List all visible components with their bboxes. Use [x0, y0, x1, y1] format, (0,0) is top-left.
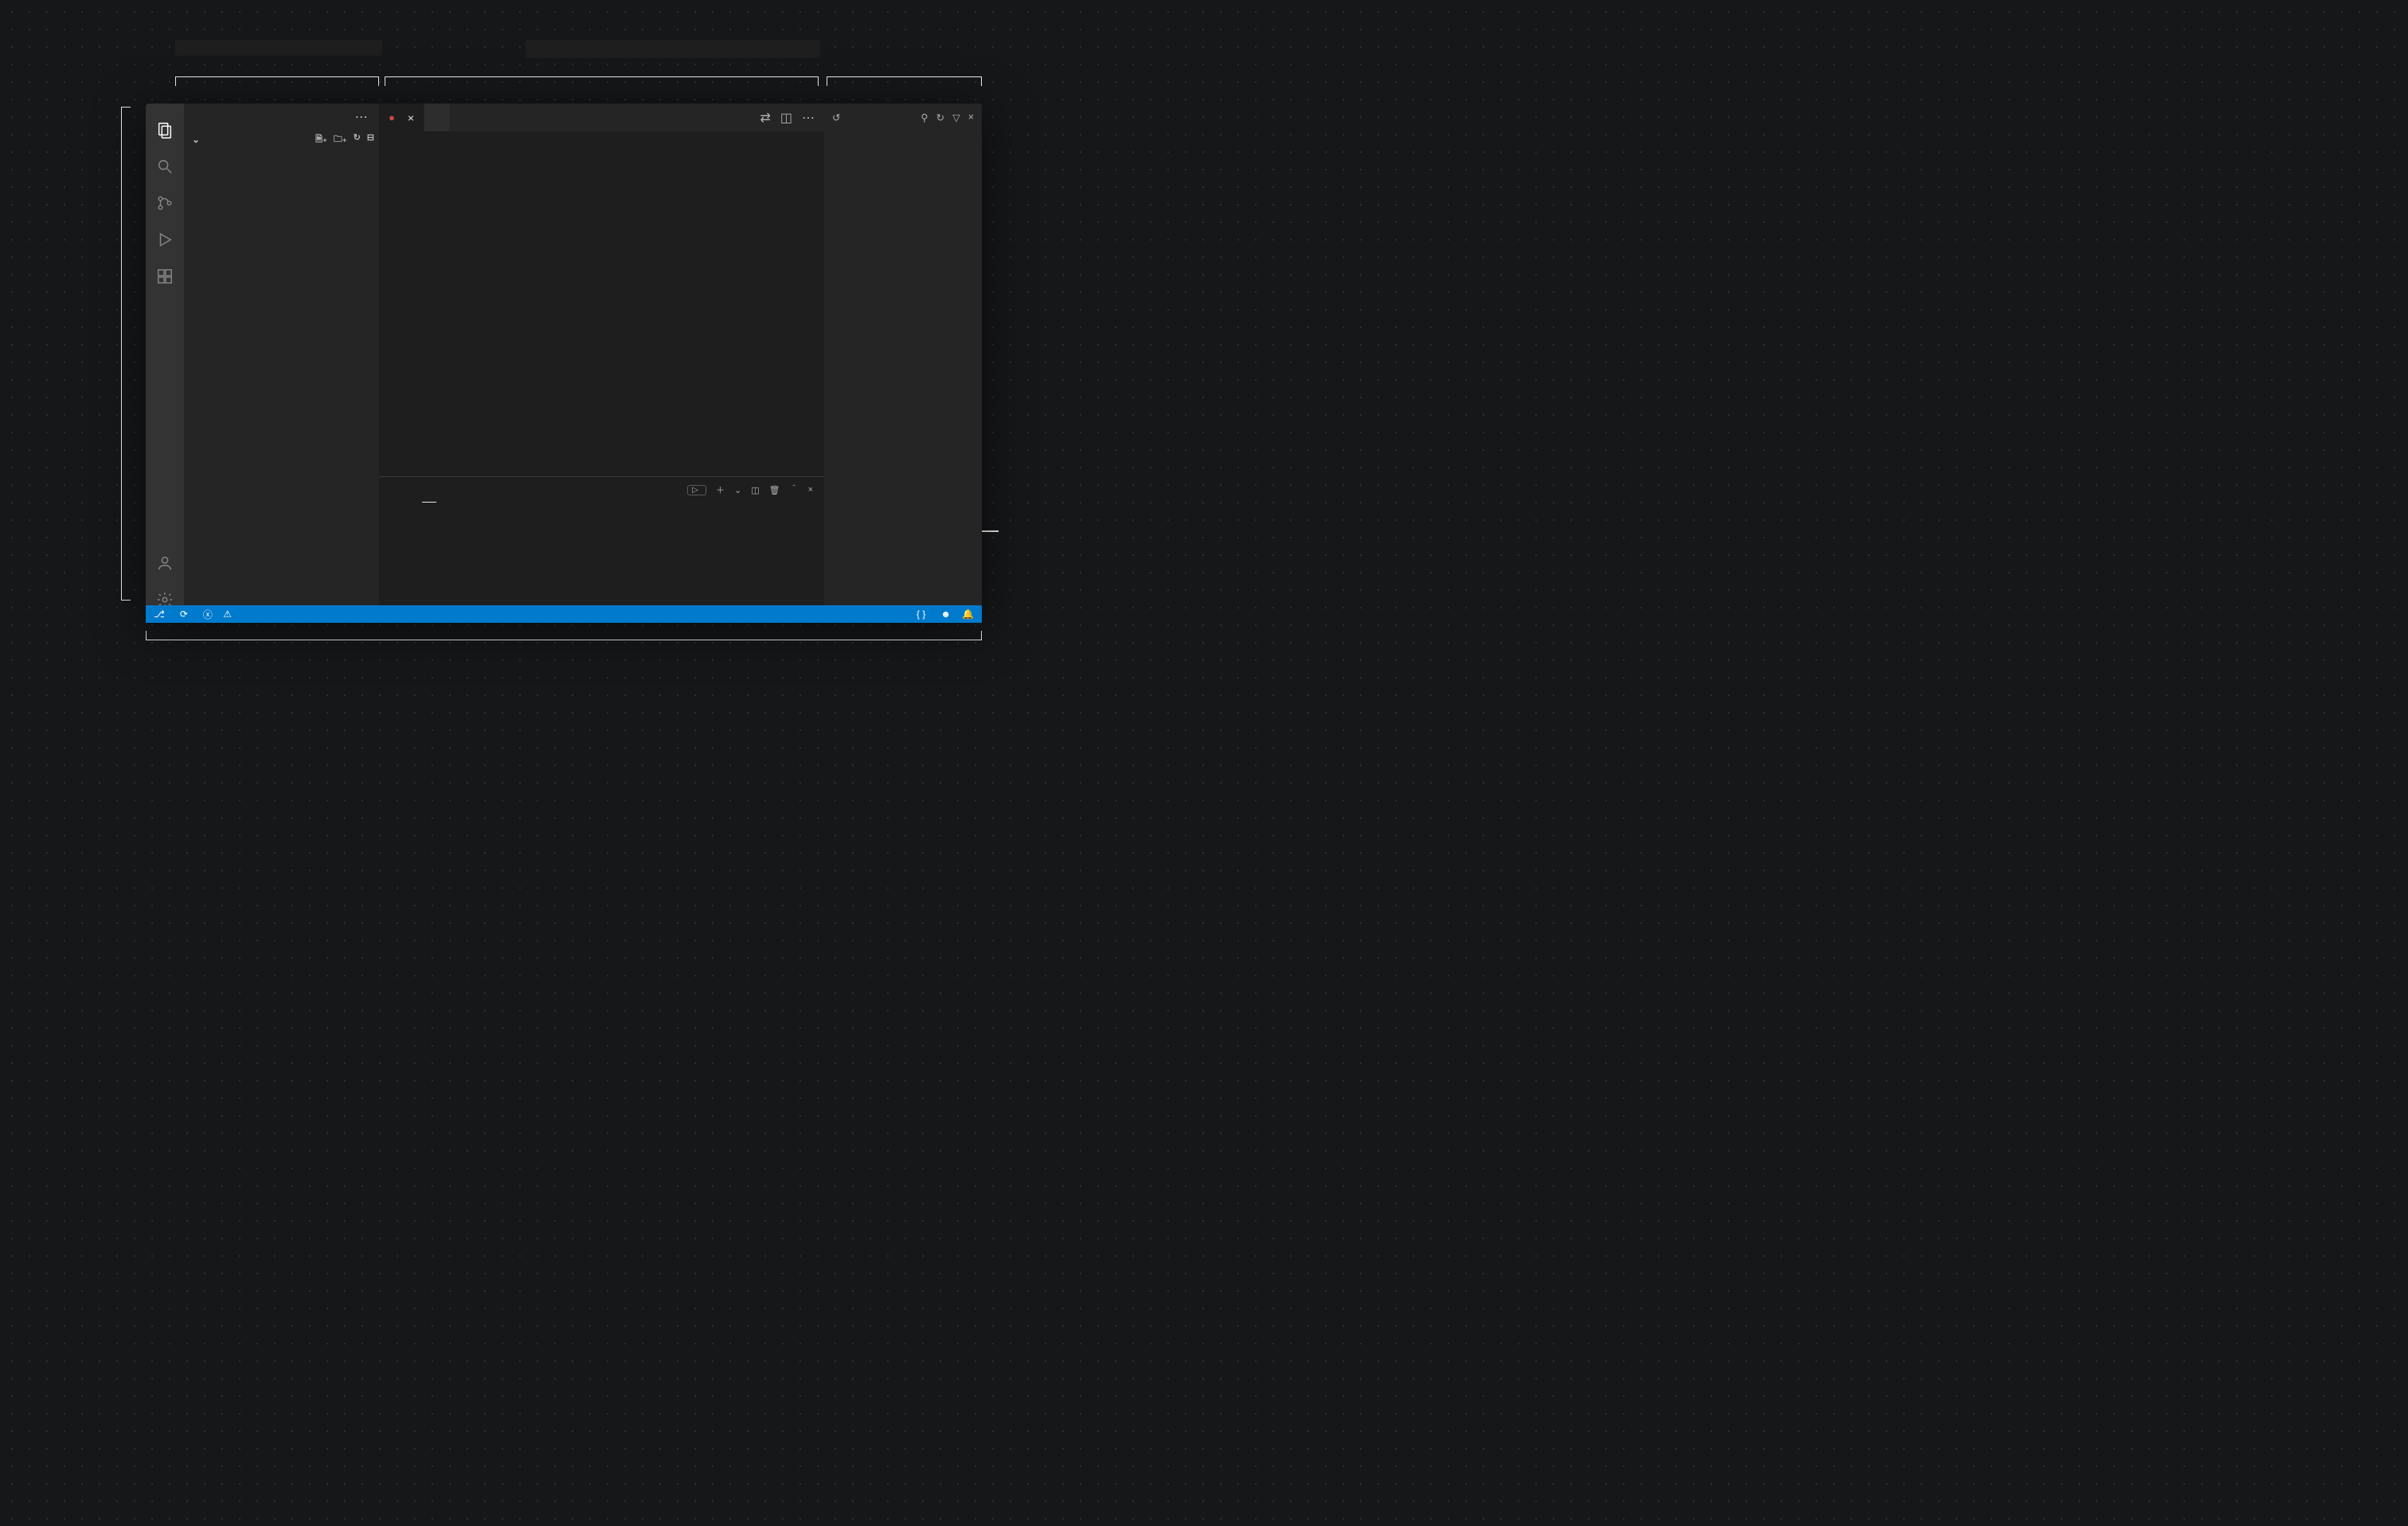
line-gutter	[379, 131, 401, 476]
new-file-icon[interactable]: 🗎₊	[315, 132, 327, 147]
activity-debug-icon[interactable]	[154, 229, 175, 250]
primary-sidebar: ⋯ ⌄ 🗎₊ 🗀₊ ↻ ⊟ ›	[184, 104, 379, 620]
editor-actions: ⇄ ◫ ⋯	[750, 104, 824, 131]
split-icon[interactable]: ◫	[780, 110, 792, 126]
bracket-secondary	[827, 76, 982, 86]
panel-tabs: ▷ ＋ ⌄ ◫ 🗑 ＾ ×	[379, 477, 824, 503]
file-tree[interactable]	[184, 148, 379, 602]
editor-more-icon[interactable]: ⋯	[802, 110, 815, 126]
status-branch[interactable]: ⎇	[154, 608, 169, 620]
ann-editor	[526, 40, 820, 58]
ide-window: ⋯ ⌄ 🗎₊ 🗀₊ ↻ ⊟ › ● ×	[146, 104, 982, 620]
maximize-icon[interactable]: ＾	[790, 483, 799, 496]
new-terminal-icon[interactable]: ＋	[716, 483, 725, 496]
pin-icon[interactable]: ⚲	[921, 112, 928, 123]
ptab-terminal[interactable]	[422, 477, 436, 503]
activity-explorer-icon[interactable]	[154, 119, 175, 140]
tab-gulpfile[interactable]: ● ×	[379, 104, 424, 131]
timeline-icon: ↺	[832, 112, 840, 123]
bracket-primary	[175, 76, 379, 86]
dropdown-icon[interactable]: ⌄	[734, 485, 741, 495]
status-lang[interactable]: { }	[917, 608, 929, 620]
bottom-panel: ▷ ＋ ⌄ ◫ 🗑 ＾ ×	[379, 476, 824, 620]
secondary-sidebar: ↺ ⚲ ↻ ▽ ×	[824, 104, 982, 620]
close-panel-icon[interactable]: ×	[808, 485, 813, 495]
code-content[interactable]	[401, 131, 824, 476]
new-folder-icon[interactable]: 🗀₊	[334, 132, 347, 147]
activity-search-icon[interactable]	[154, 156, 175, 177]
tab-untitled[interactable]	[424, 104, 451, 131]
status-bell-icon[interactable]: 🔔	[962, 608, 974, 620]
explorer-more-icon[interactable]: ⋯	[355, 109, 368, 125]
activity-scm-icon[interactable]	[154, 193, 175, 213]
activity-extensions-icon[interactable]	[154, 266, 175, 287]
split-terminal-icon[interactable]: ◫	[751, 485, 759, 495]
explorer-root[interactable]: ⌄ 🗎₊ 🗀₊ ↻ ⊟	[184, 131, 379, 148]
compare-icon[interactable]: ⇄	[760, 110, 770, 126]
filter-icon[interactable]: ▽	[952, 112, 960, 123]
gulp-icon: ●	[389, 112, 395, 123]
status-problems[interactable]: ⓧ ⚠	[203, 608, 236, 621]
status-feedback-icon[interactable]: ☻	[940, 608, 951, 620]
code-editor[interactable]	[379, 131, 824, 476]
ann-primary-sidebar	[175, 40, 382, 56]
bracket-activity	[121, 107, 131, 601]
collapse-icon[interactable]: ⊟	[367, 132, 374, 147]
status-sync[interactable]: ⟳	[180, 608, 192, 620]
terminal-content[interactable]	[379, 503, 824, 620]
activity-account-icon[interactable]	[154, 553, 175, 573]
editor-tabs: ● × ⇄ ◫ ⋯	[379, 104, 824, 131]
refresh-icon[interactable]: ↻	[354, 132, 361, 147]
close-icon[interactable]: ×	[408, 112, 414, 124]
trash-icon[interactable]: 🗑	[769, 485, 780, 495]
bracket-status	[146, 631, 982, 640]
activity-bar	[146, 104, 184, 620]
explorer-header: ⋯	[184, 104, 379, 131]
shell-selector[interactable]: ▷	[687, 485, 706, 495]
chevron-down-icon: ⌄	[190, 135, 201, 145]
status-bar: ⎇ ⟳ ⓧ ⚠ { } ☻ 🔔	[146, 605, 982, 623]
editor-area: ● × ⇄ ◫ ⋯	[379, 104, 824, 620]
close2-icon[interactable]: ×	[968, 112, 974, 123]
refresh2-icon[interactable]: ↻	[936, 112, 944, 123]
bracket-editor	[385, 76, 819, 86]
